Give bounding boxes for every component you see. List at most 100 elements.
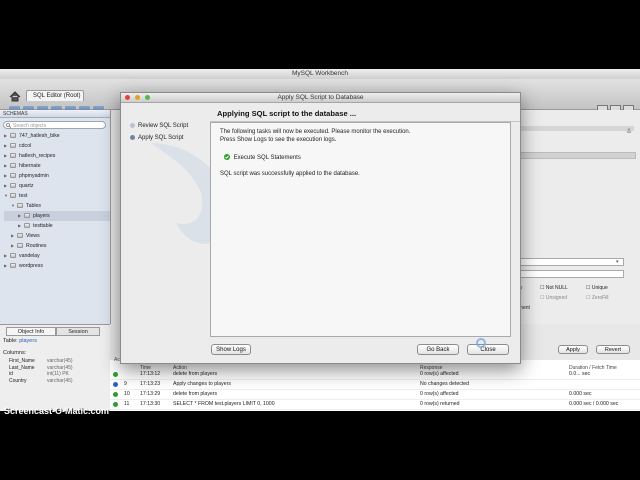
success-check-icon [113,402,118,407]
table-label: Table: [3,338,18,344]
home-icon[interactable] [9,91,21,102]
output-row[interactable]: 11 17:13:30 SELECT * FROM test.players LIM… [110,400,640,410]
output-cell-action: delete from players [173,391,218,397]
sidebar-item-label: quartz [19,183,34,189]
output-cell-action: Apply changes to players [173,381,231,387]
output-cell-num: 9 [124,381,127,387]
search-input[interactable]: Search objects [3,121,106,129]
tab-session[interactable]: Session [56,327,100,336]
sidebar-item-label: cdcol [19,143,32,149]
output-row[interactable]: 10 17:13:29 delete from players 0 row(s) af… [110,390,640,400]
chevron-down-icon: ▾ [616,259,619,265]
show-logs-button[interactable]: Show Logs [211,344,251,355]
description-line-1: The following tasks will now be executed… [220,129,411,135]
panel-header [520,126,634,131]
sidebar-item-label: Routines [26,243,47,249]
wizard-steps: Review SQL Script Apply SQL Script [121,103,279,363]
sidebar-item-tables[interactable]: ▼ Tables [4,201,110,211]
success-check-icon [224,154,230,160]
sidebar-item-cdcol[interactable]: ▶ cdcol [4,141,110,151]
go-back-button[interactable]: Go Back [417,344,459,355]
database-icon [17,233,23,239]
sidebar-item-label: hibernate [19,163,41,169]
sidebar-item-views[interactable]: ▶ Views [4,231,110,241]
sidebar-item-label: wordpress [19,263,43,269]
output-cell-response: 0 row(s) affected [420,391,459,397]
schema-tree: ▶ 747_hatlesh_bike ▶ cdcol ▶ hatlesh_recipes ▶… [4,131,110,271]
sidebar-item-hatlesh_recipes[interactable]: ▶ hatlesh_recipes [4,151,110,161]
database-icon [10,133,16,139]
database-icon [17,203,23,209]
sidebar-item-testtable[interactable]: ▶ testtable [4,221,110,231]
not-null-label: Not NULL [545,285,568,291]
sidebar-item-players[interactable]: ▶ players [4,211,110,221]
apply-button[interactable]: Apply [558,345,588,354]
sidebar-item-label: testtable [33,223,53,229]
columns-list: First_Name varchar(45) Last_Name varchar(45… [9,358,107,384]
apply-sql-dialog: Apply SQL Script to Database Review SQL … [120,92,521,364]
output-rows: 17:13:12 delete from players 0 row(s) affe… [110,370,640,410]
database-icon [17,243,23,249]
sidebar-item-vandelay[interactable]: ▶ vandelay [4,251,110,261]
table-info: Table: players [3,338,37,344]
sidebar-item-hibernate[interactable]: ▶ hibernate [4,161,110,171]
unsigned-checkbox[interactable]: ☐ Unsigned [540,295,567,301]
output-cell-response: 0 row(s) affected [420,371,459,377]
output-row[interactable]: 17:13:12 delete from players 0 row(s) affe… [110,370,640,380]
sidebar-item-wordpress[interactable]: ▶ wordpress [4,261,110,271]
revert-button[interactable]: Revert [596,345,630,354]
search-icon [6,123,12,130]
table-name: players [19,338,37,344]
output-cell-action: SELECT * FROM test.players LIMIT 0, 1000 [173,401,275,407]
cursor-highlight-icon [476,338,486,348]
step-dot-icon [130,134,135,140]
schemas-header: SCHEMAS [0,110,110,118]
output-cell-response: 0 row(s) returned [420,401,460,407]
close-button[interactable]: Close [467,344,509,355]
sidebar-item-label: 747_hatlesh_bike [19,133,60,139]
output-cell-num: 11 [124,401,130,407]
result-message: SQL script was successfully applied to t… [220,171,360,177]
step-review: Review SQL Script [130,121,188,132]
unique-checkbox[interactable]: ☐ Unique [586,285,608,291]
task-execute-sql: Execute SQL Statements [224,154,301,161]
unsigned-label: Unsigned [545,295,568,301]
minimize-window-icon[interactable] [135,95,140,100]
sidebar-item-test[interactable]: ▼ test [4,191,110,201]
chevron-icon: ≚ [626,129,632,136]
unique-label: Unique [591,285,608,291]
sidebar-item-quartz[interactable]: ▶ quartz [4,181,110,191]
sidebar-item-label: hatlesh_recipes [19,153,56,159]
tab-sql-editor[interactable]: SQL Editor (Root) [26,90,84,101]
output-cell-action: delete from players [173,371,218,377]
not-null-checkbox[interactable]: ☐ Not NULL [540,285,568,291]
output-row[interactable]: 9 17:13:23 Apply changes to players No chan… [110,380,640,390]
zoom-window-icon[interactable] [145,95,150,100]
database-icon [24,223,30,229]
datatype-select[interactable] [520,258,624,266]
success-check-icon [113,392,118,397]
default-field[interactable] [520,270,624,278]
output-cell-duration: 0.0... sec [569,371,591,377]
database-icon [10,143,16,149]
database-icon [10,173,16,179]
sidebar-item-label: Views [26,233,40,239]
sidebar-item-label: Tables [26,203,41,209]
column-name: Country [9,377,27,384]
output-cell-time: 17:13:30 [140,401,161,407]
database-icon [10,193,16,199]
output-cell-duration: 0.000 sec / 0.000 sec [569,401,619,407]
execution-panel: The following tasks will now be executed… [210,122,511,337]
output-cell-time: 17:13:23 [140,381,161,387]
success-check-icon [113,372,118,377]
sidebar-item-phpmyadmin[interactable]: ▶ phpmyadmin [4,171,110,181]
sidebar-item-routines[interactable]: ▶ Routines [4,241,110,251]
zerofill-checkbox[interactable]: ☐ ZeroFill [586,295,609,301]
sidebar-item-747_hatlesh_bike[interactable]: ▶ 747_hatlesh_bike [4,131,110,141]
output-cell-num: 10 [124,391,130,397]
description-line-2: Press Show Logs to see the execution log… [220,137,337,143]
close-window-icon[interactable] [125,95,130,100]
tab-object-info[interactable]: Object Info [6,327,56,336]
database-icon [10,263,16,269]
selected-row [520,152,636,159]
